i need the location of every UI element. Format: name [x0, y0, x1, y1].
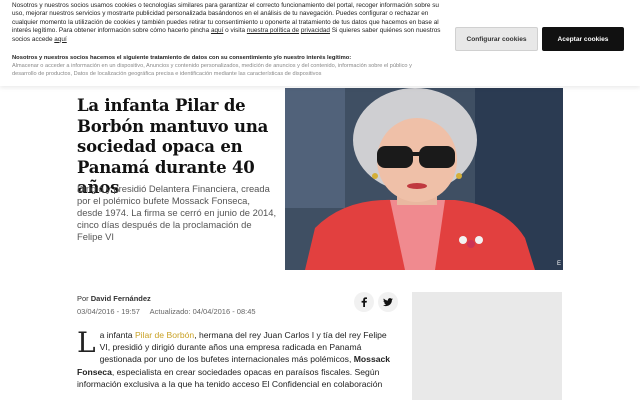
- cookie-legit-title: Nosotros y nuestros socios hacemos el si…: [12, 55, 352, 61]
- partners-link[interactable]: aquí: [54, 36, 66, 43]
- facebook-share-button[interactable]: [354, 292, 374, 312]
- privacy-policy-link-2[interactable]: privacidad: [301, 27, 330, 34]
- body-text-1: a infanta: [99, 330, 135, 340]
- updated-date: Actualizado: 04/04/2016 - 08:45: [149, 307, 256, 316]
- body-text-3: , especialista en crear sociedades opaca…: [77, 366, 383, 389]
- photo-illustration: [285, 88, 563, 270]
- article-byline: Por David Fernández: [77, 294, 151, 303]
- cookie-intro-text: Nosotros y nuestros socios usamos cookie…: [12, 2, 444, 44]
- cookie-legit-text: Almacenar o acceder a información en un …: [12, 63, 412, 77]
- byline-prefix: Por: [77, 294, 89, 303]
- author-link[interactable]: David Fernández: [91, 294, 151, 303]
- cookie-banner: Nosotros y nuestros socios usamos cookie…: [0, 0, 640, 86]
- pilar-de-borbon-link[interactable]: Pilar de Borbón: [135, 330, 194, 340]
- dropcap: L: [77, 326, 96, 359]
- article-photo[interactable]: E: [285, 88, 563, 270]
- article-subhead: Dirigió y presidió Delantera Financiera,…: [77, 183, 277, 242]
- cookie-info-link[interactable]: aquí: [211, 27, 223, 34]
- accept-cookies-button[interactable]: Aceptar cookies: [542, 27, 624, 51]
- article-body: La infanta Pilar de Borbón, hermana del …: [77, 329, 397, 390]
- sidebar-ad-placeholder: [412, 292, 562, 400]
- facebook-icon: [361, 297, 367, 307]
- published-date: 03/04/2016 - 19:57: [77, 307, 140, 316]
- article-dates: 03/04/2016 - 19:57 Actualizado: 04/04/20…: [77, 307, 264, 316]
- configure-cookies-button[interactable]: Configurar cookies: [455, 27, 538, 51]
- photo-credit-badge: E: [556, 261, 561, 267]
- cookie-intro-line: o visita: [225, 27, 246, 35]
- twitter-share-button[interactable]: [378, 292, 398, 312]
- privacy-policy-link[interactable]: nuestra política de: [247, 27, 299, 34]
- cookie-intro-line: Nosotros y nuestros socios usamos cookie…: [12, 2, 413, 9]
- twitter-icon: [383, 297, 393, 306]
